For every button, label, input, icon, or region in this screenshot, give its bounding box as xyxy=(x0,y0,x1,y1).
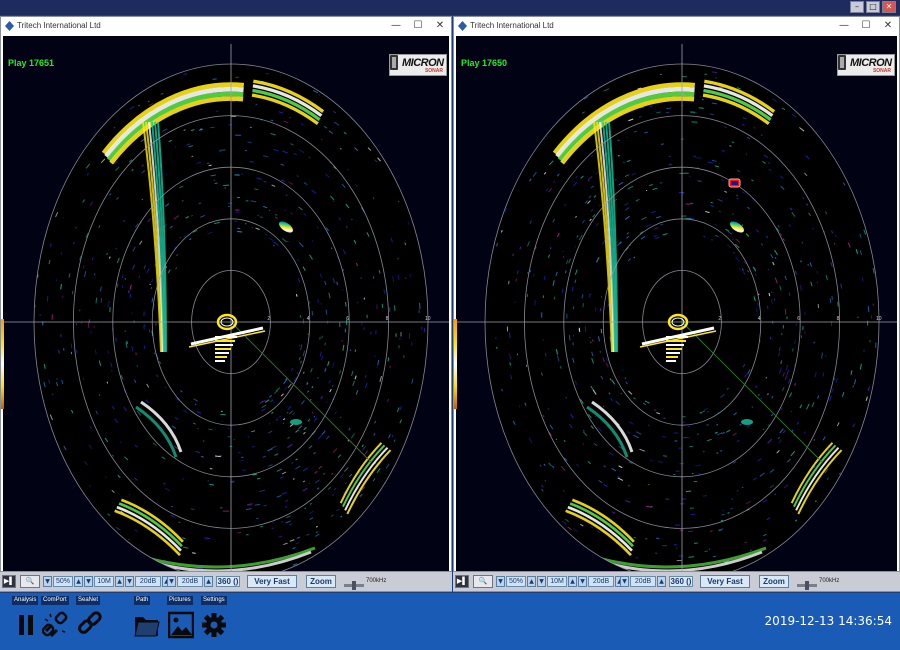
play-label: Play 17651 xyxy=(8,58,55,68)
threshold-low-down-button[interactable]: ▼ xyxy=(578,576,587,587)
window-minimize-button[interactable]: — xyxy=(385,19,407,33)
link-icon[interactable] xyxy=(77,609,103,639)
threshold-high-up-button[interactable]: ▲ xyxy=(657,576,666,587)
frequency-label: 700kHz xyxy=(366,578,387,584)
sector-value[interactable]: 360 () xyxy=(669,576,693,587)
top-minimize-button[interactable]: – xyxy=(850,1,864,13)
micron-logo: MICRON SONAR xyxy=(389,54,447,76)
range-tick-label: 4 xyxy=(307,316,310,322)
sonar-scan-image: 2 4 6 8 10 xyxy=(456,36,897,581)
threshold-low-value: 20dB xyxy=(135,576,161,587)
gain-up-button[interactable]: ▲ xyxy=(74,576,83,587)
range-tick-label: 6 xyxy=(346,316,349,322)
gain-value: 50% xyxy=(506,576,526,587)
sonar-window-right: Tritech International Ltd — ☐ ✕ 2 4 6 8 10 P… xyxy=(453,16,900,592)
toolbar-label-seanet: SeaNet xyxy=(76,596,101,605)
tritech-app-icon xyxy=(458,21,467,31)
sonar-window-left: Tritech International Ltd — ☐ ✕ 2 4 6 8 10 P… xyxy=(0,16,452,592)
window-close-button[interactable]: ✕ xyxy=(877,19,899,33)
top-system-bar: – □ ✕ xyxy=(0,0,900,15)
window-title: Tritech International Ltd xyxy=(17,21,101,30)
micron-logo: MICRON SONAR xyxy=(837,54,895,76)
gain-down-button[interactable]: ▼ xyxy=(496,576,505,587)
window-close-button[interactable]: ✕ xyxy=(429,19,451,33)
link-broken-icon[interactable] xyxy=(42,609,68,639)
range-tick-label: 8 xyxy=(386,316,389,322)
play-pause-button[interactable]: ▶▌ xyxy=(455,575,469,588)
range-down-button[interactable]: ▼ xyxy=(84,576,93,587)
toolbar-label-path: Path xyxy=(134,596,151,605)
range-tick-label: 10 xyxy=(425,316,431,322)
window-minimize-button[interactable]: — xyxy=(833,19,855,33)
play-label: Play 17650 xyxy=(461,58,508,68)
window-maximize-button[interactable]: ☐ xyxy=(407,19,429,33)
zoom-button[interactable]: Zoom xyxy=(759,575,789,588)
threshold-high-down-button[interactable]: ▼ xyxy=(167,576,176,587)
micron-logo-mark-icon xyxy=(390,55,398,70)
range-tick-label: 4 xyxy=(758,316,761,322)
sector-value[interactable]: 360 () xyxy=(216,576,240,587)
range-tick-label: 8 xyxy=(837,316,840,322)
toolbar-label-comport: ComPort xyxy=(41,596,69,605)
range-down-button[interactable]: ▼ xyxy=(537,576,546,587)
gain-up-button[interactable]: ▲ xyxy=(527,576,536,587)
toolbar-label-pictures: Pictures xyxy=(167,596,193,605)
threshold-high-up-button[interactable]: ▲ xyxy=(204,576,213,587)
frequency-slider[interactable] xyxy=(344,577,364,590)
gain-value: 50% xyxy=(53,576,73,587)
top-close-button[interactable]: ✕ xyxy=(882,1,896,13)
window-title: Tritech International Ltd xyxy=(470,21,554,30)
threshold-high-value: 20dB xyxy=(630,576,656,587)
sonar-scan-image: 2 4 6 8 10 xyxy=(3,36,449,581)
threshold-high-value: 20dB xyxy=(177,576,203,587)
frequency-slider[interactable] xyxy=(797,577,817,590)
zoom-button[interactable]: Zoom xyxy=(306,575,336,588)
clock: 2019-12-13 14:36:54 xyxy=(764,614,892,628)
range-tick-label: 10 xyxy=(876,316,882,322)
gear-icon[interactable] xyxy=(201,609,227,639)
speed-button[interactable]: Very Fast xyxy=(247,575,297,588)
search-zoom-icon[interactable]: 🔍 xyxy=(473,575,493,588)
control-bar-right: ▶▌🔍▼50%▲▼10M▲▼20dB▲▼20dB▲360 ()Very Fast… xyxy=(453,571,900,591)
threshold-low-down-button[interactable]: ▼ xyxy=(125,576,134,587)
range-tick-label: 6 xyxy=(797,316,800,322)
sonar-display[interactable]: 2 4 6 8 10 Play 17650 MICRON SONAR xyxy=(456,36,897,581)
gain-down-button[interactable]: ▼ xyxy=(43,576,52,587)
window-maximize-button[interactable]: ☐ xyxy=(855,19,877,33)
range-up-button[interactable]: ▲ xyxy=(115,576,124,587)
control-bar-left: ▶▌🔍▼50%▲▼10M▲▼20dB▲▼20dB▲360 ()Very Fast… xyxy=(0,571,452,591)
range-tick-label: 2 xyxy=(267,316,270,322)
sonar-display[interactable]: 2 4 6 8 10 Play 17651 MICRON SONAR xyxy=(3,36,449,581)
play-pause-button[interactable]: ▶▌ xyxy=(2,575,16,588)
intensity-scale-bar xyxy=(454,319,457,409)
range-value: 10M xyxy=(547,576,567,587)
range-value: 10M xyxy=(94,576,114,587)
range-tick-label: 2 xyxy=(718,316,721,322)
window-titlebar: Tritech International Ltd — ☐ ✕ xyxy=(1,17,451,35)
picture-icon[interactable] xyxy=(168,609,194,639)
frequency-label: 700kHz xyxy=(819,578,840,584)
speed-button[interactable]: Very Fast xyxy=(700,575,750,588)
top-restore-button[interactable]: □ xyxy=(866,1,880,13)
window-titlebar: Tritech International Ltd — ☐ ✕ xyxy=(454,17,899,35)
threshold-high-down-button[interactable]: ▼ xyxy=(620,576,629,587)
intensity-scale-bar xyxy=(1,319,4,409)
toolbar-label-analysis: Analysis xyxy=(12,596,39,605)
bottom-toolbar: Analysis ComPort SeaNet Path Pictures Se… xyxy=(0,593,900,650)
folder-icon[interactable] xyxy=(134,609,160,639)
desktop: – □ ✕ Tritech International Ltd — ☐ ✕ 2 4… xyxy=(0,0,900,650)
micron-logo-mark-icon xyxy=(838,55,846,70)
tritech-app-icon xyxy=(5,21,14,31)
threshold-low-value: 20dB xyxy=(588,576,614,587)
toolbar-label-settings: Settings xyxy=(201,596,227,605)
pause-icon[interactable] xyxy=(13,609,39,639)
search-zoom-icon[interactable]: 🔍 xyxy=(20,575,40,588)
range-up-button[interactable]: ▲ xyxy=(568,576,577,587)
